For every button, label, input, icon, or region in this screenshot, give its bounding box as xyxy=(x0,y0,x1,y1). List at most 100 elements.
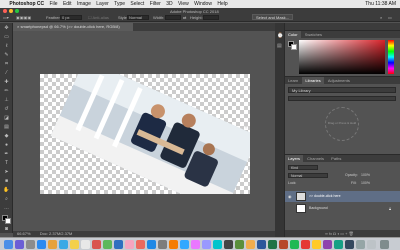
width-input[interactable] xyxy=(165,15,181,20)
properties-panel-icon[interactable]: ▤ xyxy=(277,43,282,49)
illustrator-icon[interactable] xyxy=(169,240,178,249)
spotify-icon[interactable] xyxy=(290,240,299,249)
lasso-tool-icon[interactable]: ℓ xyxy=(3,43,10,49)
menu-layer[interactable]: Layer xyxy=(96,0,109,8)
photoshop-icon[interactable] xyxy=(180,240,189,249)
dodge-tool-icon[interactable]: ● xyxy=(3,142,10,148)
tab-libraries[interactable]: Libraries xyxy=(302,77,324,84)
document-tab[interactable]: × smartphonepsd @ 66.7% (>> double-click… xyxy=(13,23,133,31)
search-icon[interactable]: ⌕ xyxy=(380,15,382,20)
messages-icon[interactable] xyxy=(103,240,112,249)
zoom-level[interactable]: 66.67% xyxy=(17,231,31,236)
quick-mask-icon[interactable]: ◙ xyxy=(3,226,10,232)
history-panel-icon[interactable]: ⌚ xyxy=(277,33,283,39)
hand-tool-icon[interactable]: ✋ xyxy=(3,187,10,193)
menu-edit[interactable]: Edit xyxy=(63,0,72,8)
library-search-input[interactable] xyxy=(288,96,396,101)
tab-adjustments[interactable]: Adjustments xyxy=(325,77,353,84)
layer-row[interactable]: ◉ >> double-click here xyxy=(285,191,400,202)
premiere-icon[interactable] xyxy=(202,240,211,249)
siri-icon[interactable] xyxy=(15,240,24,249)
layer-visibility-eye-icon[interactable]: ◉ xyxy=(288,194,292,199)
eyedropper-tool-icon[interactable]: ⁄ xyxy=(3,70,10,76)
indesign-icon[interactable] xyxy=(191,240,200,249)
fill-value[interactable]: 100% xyxy=(361,181,370,185)
history-brush-tool-icon[interactable]: ↺ xyxy=(3,106,10,112)
app-icon-navy[interactable] xyxy=(345,240,354,249)
mail-icon[interactable] xyxy=(59,240,68,249)
marquee-tool-preset-icon[interactable]: ▭▾ xyxy=(3,15,9,20)
close-window-icon[interactable] xyxy=(3,9,7,13)
anti-alias-checkbox[interactable]: ☐ Anti-alias xyxy=(88,15,109,20)
layer-row[interactable]: Background 🔒︎ xyxy=(285,203,400,214)
reminders-icon[interactable] xyxy=(92,240,101,249)
edit-toolbar-icon[interactable]: … xyxy=(3,205,10,211)
numbers-icon[interactable] xyxy=(235,240,244,249)
terminal-icon[interactable] xyxy=(224,240,233,249)
healing-tool-icon[interactable]: ✚ xyxy=(3,79,10,85)
excel-icon[interactable] xyxy=(268,240,277,249)
library-select[interactable]: My Library xyxy=(288,87,396,93)
documents-icon[interactable] xyxy=(367,240,376,249)
chrome-icon[interactable] xyxy=(48,240,57,249)
crop-tool-icon[interactable]: ⌗ xyxy=(3,61,10,67)
blur-tool-icon[interactable]: ◆ xyxy=(3,133,10,139)
shape-tool-icon[interactable]: ■ xyxy=(3,178,10,184)
brush-tool-icon[interactable]: ✏ xyxy=(3,88,10,94)
music-icon[interactable] xyxy=(136,240,145,249)
tab-paths[interactable]: Paths xyxy=(328,155,344,162)
select-and-mask-button[interactable]: Select and Mask... xyxy=(252,14,293,20)
launchpad-icon[interactable] xyxy=(26,240,35,249)
type-tool-icon[interactable]: T xyxy=(3,160,10,166)
app-icon-yellow[interactable] xyxy=(312,240,321,249)
menu-view[interactable]: View xyxy=(178,0,189,8)
tab-color[interactable]: Color xyxy=(285,31,301,38)
height-input[interactable] xyxy=(203,15,219,20)
selection-mode-icons[interactable]: ▣▣▣▣ xyxy=(16,15,31,20)
powerpoint-icon[interactable] xyxy=(279,240,288,249)
delete-layer-icon[interactable]: 🗑︎ xyxy=(349,231,354,236)
app-icon-teal[interactable] xyxy=(334,240,343,249)
zoom-window-icon[interactable] xyxy=(15,9,19,13)
app-icon[interactable] xyxy=(213,240,222,249)
app-icon-red[interactable] xyxy=(301,240,310,249)
layer-name[interactable]: >> double-click here xyxy=(309,194,341,198)
quick-select-tool-icon[interactable]: ✎ xyxy=(3,52,10,58)
clone-tool-icon[interactable]: ⊥ xyxy=(3,97,10,103)
background-color-swatch[interactable] xyxy=(5,218,11,224)
trash-icon[interactable] xyxy=(380,240,389,249)
doc-info[interactable]: Doc: 2.37M/2.37M xyxy=(40,231,73,236)
downloads-icon[interactable] xyxy=(356,240,365,249)
marquee-tool-icon[interactable]: ▭ xyxy=(3,34,10,40)
menu-help[interactable]: Help xyxy=(217,0,227,8)
tab-channels[interactable]: Channels xyxy=(304,155,327,162)
notes-icon[interactable] xyxy=(70,240,79,249)
layer-filter-select[interactable]: Kind xyxy=(288,165,318,170)
menu-select[interactable]: Select xyxy=(130,0,144,8)
blend-mode-select[interactable]: Normal xyxy=(288,173,328,178)
color-panel-background-swatch[interactable] xyxy=(291,44,297,50)
word-icon[interactable] xyxy=(257,240,266,249)
menu-3d[interactable]: 3D xyxy=(166,0,172,8)
workspace-icon[interactable]: ▭ xyxy=(388,15,392,20)
system-preferences-icon[interactable] xyxy=(158,240,167,249)
move-tool-icon[interactable]: ✥ xyxy=(3,25,10,31)
menu-file[interactable]: File xyxy=(50,0,58,8)
color-field[interactable] xyxy=(299,40,385,74)
safari-icon[interactable] xyxy=(37,240,46,249)
path-select-tool-icon[interactable]: ➤ xyxy=(3,169,10,175)
swap-icon[interactable]: ⇄ xyxy=(183,15,186,20)
calendar-icon[interactable] xyxy=(81,240,90,249)
app-store-icon[interactable] xyxy=(147,240,156,249)
tab-layers[interactable]: Layers xyxy=(285,155,304,162)
opacity-value[interactable]: 100% xyxy=(361,173,370,177)
app-icon-purple[interactable] xyxy=(323,240,332,249)
photos-icon[interactable] xyxy=(125,240,134,249)
tab-swatches[interactable]: Swatches xyxy=(302,31,325,38)
gradient-tool-icon[interactable]: ▤ xyxy=(3,124,10,130)
pages-icon[interactable] xyxy=(246,240,255,249)
menu-app-name[interactable]: Photoshop CC xyxy=(9,0,44,8)
zoom-tool-icon[interactable]: ⌕ xyxy=(3,196,10,202)
facetime-icon[interactable] xyxy=(114,240,123,249)
document-canvas[interactable] xyxy=(40,59,259,214)
